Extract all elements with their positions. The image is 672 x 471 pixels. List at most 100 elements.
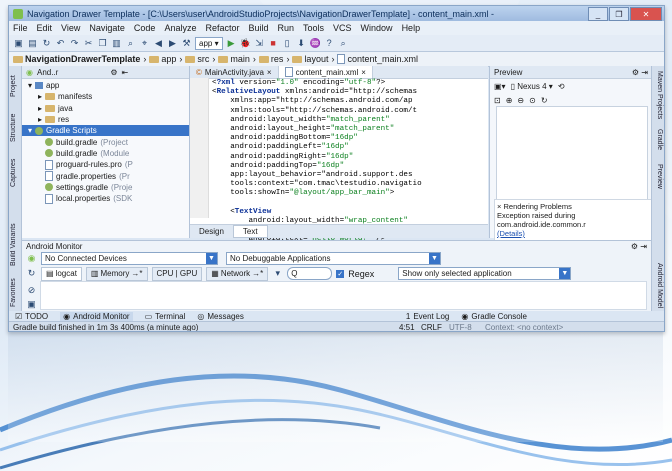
breadcrumb-app[interactable]: app [149,54,176,64]
menu-vcs[interactable]: VCS [333,23,352,33]
tree-item[interactable]: ▸build.gradle(Module [22,148,189,159]
tree-item[interactable]: ▾ app [22,80,189,91]
close-button[interactable]: ✕ [630,7,662,21]
regex-checkbox[interactable]: ✓ [336,269,345,278]
copy-icon[interactable]: ❐ [97,38,108,49]
tab-memory[interactable]: ▥ Memory →* [85,266,148,281]
menu-build[interactable]: Build [248,23,268,33]
refresh-icon[interactable]: ↻ [541,96,548,105]
clear-log-icon[interactable]: ⊘ [26,285,37,296]
maximize-button[interactable]: ❐ [609,7,629,21]
tab-mainactivity-java[interactable]: © MainActivity.java × [190,66,279,78]
line-separator[interactable]: CRLF [421,323,449,332]
menu-window[interactable]: Window [361,23,393,33]
logcat-output[interactable] [40,281,647,310]
project-view-select[interactable]: And..r [37,68,58,77]
expand-arrow-icon[interactable]: ▸ [38,92,42,101]
tree-item[interactable]: ▸gradle.properties(Pr [22,170,189,182]
verbose-icon[interactable]: ▾ [272,268,283,279]
zoom-out-icon[interactable]: ⊖ [517,96,524,105]
tree-item[interactable]: ▸ res [22,114,189,125]
tree-item[interactable]: ▸proguard-rules.pro(P [22,159,189,170]
find-icon[interactable]: ⌕ [125,38,136,49]
side-tab-structure[interactable]: Structure [10,108,20,148]
undo-icon[interactable]: ↶ [55,38,66,49]
run-config-select[interactable]: app ▾ [195,36,223,50]
tree-item[interactable]: ▸local.properties(SDK [22,193,189,204]
breadcrumb-layout[interactable]: layout [292,54,328,64]
details-link[interactable]: (Details) [497,229,525,238]
attach-icon[interactable]: ⇲ [254,38,265,49]
debug-icon[interactable]: 🐞 [240,38,251,49]
open-icon[interactable]: ▣ [13,38,24,49]
menu-run[interactable]: Run [278,23,295,33]
tree-item[interactable]: ▸ java [22,103,189,114]
tab-logcat[interactable]: ▤ logcat [41,266,82,281]
tool-tab-todo[interactable]: ☑ TODO [15,312,48,321]
menu-view[interactable]: View [61,23,80,33]
device-select[interactable]: ▯ Nexus 4 ▾ [511,82,553,91]
breadcrumb-main[interactable]: main [218,54,250,64]
menu-navigate[interactable]: Navigate [89,23,125,33]
tree-item[interactable]: ▸ manifests [22,91,189,102]
close-problem-icon[interactable]: × [497,202,501,211]
preview-settings-icon[interactable]: ⚙ ⇥ [632,68,648,77]
tab-cpu-gpu[interactable]: CPU | GPU [151,266,203,281]
monitor-settings-icon[interactable]: ⚙ ⇥ [631,242,647,251]
layout-variant-icon[interactable]: ▣▾ [494,82,506,91]
settings-icon[interactable]: ⚙ [110,68,117,77]
tree-item[interactable]: ▾ Gradle Scripts [22,125,189,137]
menu-code[interactable]: Code [134,23,156,33]
side-tab-build-variants[interactable]: Build Variants [10,216,20,274]
run-icon[interactable]: ▶ [226,38,237,49]
zoom-actual-icon[interactable]: ⊙ [529,96,536,105]
side-tab-captures[interactable]: Captures [10,154,20,192]
screenshot-icon[interactable]: ▣ [26,299,37,310]
expand-arrow-icon[interactable]: ▾ [28,81,32,90]
device-combo[interactable]: No Connected Devices ▼ [41,252,218,265]
log-search-input[interactable]: Q [287,267,333,280]
sdk-manager-icon[interactable]: ⬇ [296,38,307,49]
zoom-fit-icon[interactable]: ⊡ [494,96,501,105]
expand-arrow-icon[interactable]: ▾ [28,126,32,135]
tab-content-main-xml[interactable]: content_main.xml × [278,66,373,78]
back-icon[interactable]: ◀ [153,38,164,49]
breadcrumb-src[interactable]: src [185,54,209,64]
breadcrumb-project[interactable]: NavigationDrawerTemplate [13,54,140,64]
search-everywhere-icon[interactable]: ⌕ [338,38,349,49]
menu-help[interactable]: Help [402,23,421,33]
expand-arrow-icon[interactable]: ▸ [38,104,42,113]
caret-position[interactable]: 4:51 [399,323,421,332]
application-combo[interactable]: No Debuggable Applications ▼ [226,252,441,265]
tree-item[interactable]: ▸settings.gradle(Proje [22,182,189,193]
forward-icon[interactable]: ▶ [167,38,178,49]
orientation-icon[interactable]: ⟲ [558,82,565,91]
side-tab-project[interactable]: Project [10,70,20,102]
make-icon[interactable]: ⚒ [181,38,192,49]
save-icon[interactable]: ▤ [27,38,38,49]
sync-icon[interactable]: ↻ [41,38,52,49]
monitor-icon[interactable]: ♒ [310,38,321,49]
tab-network[interactable]: ▦ Network →* [206,266,269,281]
menu-refactor[interactable]: Refactor [205,23,239,33]
close-tab-icon[interactable]: × [361,68,366,77]
tool-tab-terminal[interactable]: ▭ Terminal [145,312,186,321]
hide-icon[interactable]: ⇤ [122,68,129,77]
breadcrumb-res[interactable]: res [258,54,283,64]
side-tab-maven-projects[interactable]: Maven Projects [653,70,663,120]
close-tab-icon[interactable]: × [267,68,272,77]
minimize-button[interactable]: _ [588,7,608,21]
filter-combo[interactable]: Show only selected application ▼ [398,267,572,280]
breadcrumb-file[interactable]: content_main.xml [337,54,418,64]
avd-manager-icon[interactable]: ▯ [282,38,293,49]
menu-file[interactable]: File [13,23,28,33]
tree-item[interactable]: ▸build.gradle(Project [22,136,189,147]
replace-icon[interactable]: ⌖ [139,38,150,49]
stop-icon[interactable]: ■ [268,38,279,49]
paste-icon[interactable]: ▥ [111,38,122,49]
tool-tab-gradle-console[interactable]: ◉ Gradle Console [461,312,527,321]
tool-tab-messages[interactable]: ◎ Messages [197,312,243,321]
context-indicator[interactable]: Context: <no context> [485,323,563,332]
menu-edit[interactable]: Edit [37,23,53,33]
redo-icon[interactable]: ↷ [69,38,80,49]
